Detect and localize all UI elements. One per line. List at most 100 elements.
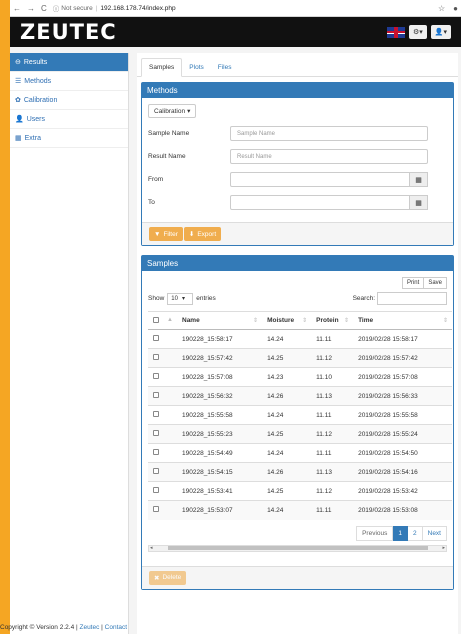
scroll-right-icon[interactable]: ▸ [442, 545, 445, 551]
info-icon: ⓘ [52, 6, 60, 13]
forward-icon[interactable]: → [27, 4, 35, 13]
back-icon[interactable]: ← [13, 4, 21, 13]
table-row[interactable]: 190228_15:58:17 14.24 11.11 2019/02/28 1… [148, 329, 452, 349]
calendar-icon[interactable]: ▦ [410, 172, 428, 187]
row-checkbox-cell [148, 386, 177, 406]
url-separator: | [95, 4, 98, 12]
table-row[interactable]: 190228_15:53:41 14.25 11.12 2019/02/28 1… [148, 481, 452, 501]
browser-toolbar: ← → C ⓘ Not secure | 192.168.178.74/inde… [10, 0, 461, 17]
bookmark-star-icon[interactable]: ☆ [438, 4, 445, 13]
save-button[interactable]: Save [424, 277, 447, 289]
cell-moisture: 14.26 [262, 386, 312, 406]
calibration-dropdown[interactable]: Calibration ▾ [148, 104, 197, 118]
sample-name-input[interactable]: Sample Name [230, 126, 428, 141]
cell-time: 2019/02/28 15:57:08 [353, 367, 452, 387]
page-2-button[interactable]: 2 [408, 525, 423, 541]
zeutec-link[interactable]: Zeutec [79, 624, 99, 631]
column-name[interactable]: Name ⇕ [177, 311, 263, 330]
methods-panel: Methods Calibration ▾ Sample Name Sample… [141, 82, 454, 246]
tab-plots[interactable]: Plots [182, 58, 210, 76]
user-icon: 👤 [15, 116, 24, 123]
from-label: From [148, 176, 164, 183]
sidebar-item-results[interactable]: ⊖ Results [10, 53, 128, 72]
delete-button[interactable]: ✖ Delete [149, 570, 187, 585]
contact-link[interactable]: Contact [105, 624, 127, 631]
scrollbar-thumb[interactable] [167, 546, 428, 550]
uk-flag-icon[interactable] [386, 26, 405, 38]
row-checkbox[interactable] [153, 430, 159, 436]
filter-button[interactable]: ▼ Filter [149, 227, 183, 241]
entries-label: entries [196, 295, 216, 302]
results-icon: ⊖ [15, 59, 21, 66]
previous-page-button[interactable]: Previous [356, 525, 394, 541]
sidebar-item-calibration[interactable]: ✿ Calibration [10, 91, 128, 110]
column-time-label: Time [358, 317, 374, 324]
search-input[interactable] [377, 292, 447, 305]
column-protein[interactable]: Protein ⇕ [311, 311, 354, 330]
table-row[interactable]: 190228_15:54:15 14.26 11.13 2019/02/28 1… [148, 462, 452, 482]
column-moisture[interactable]: Moisture ⇕ [262, 311, 312, 330]
cog-icon: ✿ [15, 97, 21, 104]
table-row[interactable]: 190228_15:56:32 14.26 11.13 2019/02/28 1… [148, 386, 452, 406]
row-checkbox[interactable] [153, 468, 159, 474]
entries-select[interactable]: 10 ▾ [167, 292, 194, 305]
sidebar: ⊖ Results ☰ Methods ✿ Calibration 👤 User… [10, 53, 129, 634]
table-row[interactable]: 190228_15:57:08 14.23 11.10 2019/02/28 1… [148, 367, 452, 387]
cell-name: 190228_15:55:23 [177, 424, 263, 444]
column-time[interactable]: Time ⇕ [353, 311, 452, 330]
profile-icon[interactable]: ● [453, 4, 458, 13]
page-1-button[interactable]: 1 [393, 525, 408, 541]
next-page-button[interactable]: Next [422, 525, 447, 541]
sidebar-item-extra[interactable]: ▦ Extra [10, 129, 128, 148]
row-checkbox[interactable] [153, 506, 159, 513]
table-row[interactable]: 190228_15:54:49 14.24 11.11 2019/02/28 1… [148, 443, 452, 463]
row-checkbox[interactable] [153, 354, 159, 360]
table-row[interactable]: 190228_15:57:42 14.25 11.12 2019/02/28 1… [148, 348, 452, 368]
column-protein-label: Protein [316, 317, 339, 324]
result-name-input[interactable]: Result Name [230, 149, 428, 164]
table-row[interactable]: 190228_15:55:58 14.24 11.11 2019/02/28 1… [148, 405, 452, 425]
tab-files[interactable]: Files [211, 58, 239, 76]
row-checkbox[interactable] [153, 487, 159, 493]
samples-panel: Samples Print Save Show 10 ▾ entries Sea… [141, 255, 454, 590]
from-date-input[interactable] [230, 172, 410, 187]
zeutec-logo[interactable]: ZEUTEC [20, 20, 117, 44]
export-button[interactable]: ⬇ Export [183, 227, 222, 241]
row-checkbox[interactable] [153, 411, 159, 417]
sort-icon: ⇕ [344, 318, 350, 324]
database-icon: ▦ [15, 135, 22, 142]
row-checkbox[interactable] [153, 449, 159, 455]
row-checkbox[interactable] [153, 373, 159, 379]
reload-icon[interactable]: C [41, 4, 47, 13]
scroll-left-icon[interactable]: ◂ [150, 545, 153, 551]
samples-table: ▲ Name ⇕ Moisture ⇕ Protein ⇕ Time ⇕ 190228_… [148, 311, 452, 520]
address-bar[interactable]: 192.168.178.74/index.php [100, 5, 175, 12]
settings-dropdown-button[interactable]: ⚙▾ [408, 25, 427, 39]
row-checkbox[interactable] [153, 392, 159, 398]
calibration-dropdown-label: Calibration [154, 107, 186, 115]
table-row[interactable]: 190228_15:55:23 14.25 11.12 2019/02/28 1… [148, 424, 452, 444]
close-icon: ✖ [154, 574, 160, 582]
security-indicator[interactable]: ⓘ Not secure [52, 3, 93, 14]
print-button[interactable]: Print [401, 277, 425, 289]
caret-down-icon: ▾ [181, 296, 185, 302]
tab-samples[interactable]: Samples [141, 58, 183, 77]
result-name-label: Result Name [148, 153, 186, 160]
to-label: To [148, 199, 155, 206]
sidebar-item-users[interactable]: 👤 Users [10, 110, 128, 129]
show-label: Show [148, 295, 165, 302]
cell-time: 2019/02/28 15:53:42 [353, 481, 452, 501]
sidebar-item-methods[interactable]: ☰ Methods [10, 72, 128, 91]
cell-name: 190228_15:54:49 [177, 443, 263, 463]
row-checkbox[interactable] [153, 335, 159, 341]
select-all-checkbox[interactable] [153, 316, 159, 323]
select-all-header[interactable]: ▲ [148, 311, 177, 330]
calendar-icon[interactable]: ▦ [410, 195, 428, 210]
filter-icon: ▼ [154, 230, 161, 238]
not-secure-label: Not secure [61, 4, 93, 12]
copyright-text: Copyright © [0, 624, 35, 631]
table-row[interactable]: 190228_15:53:07 14.24 11.11 2019/02/28 1… [148, 500, 452, 520]
to-date-input[interactable] [230, 195, 410, 210]
user-dropdown-button[interactable]: 👤▾ [430, 25, 451, 39]
horizontal-scrollbar[interactable]: ◂ ▸ [148, 544, 447, 552]
